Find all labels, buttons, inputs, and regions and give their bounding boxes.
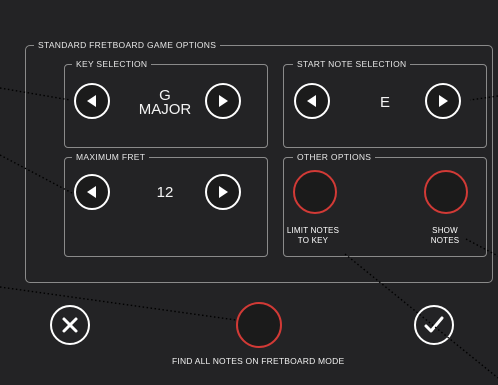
- tutorial-pointer-lines: [0, 87, 498, 379]
